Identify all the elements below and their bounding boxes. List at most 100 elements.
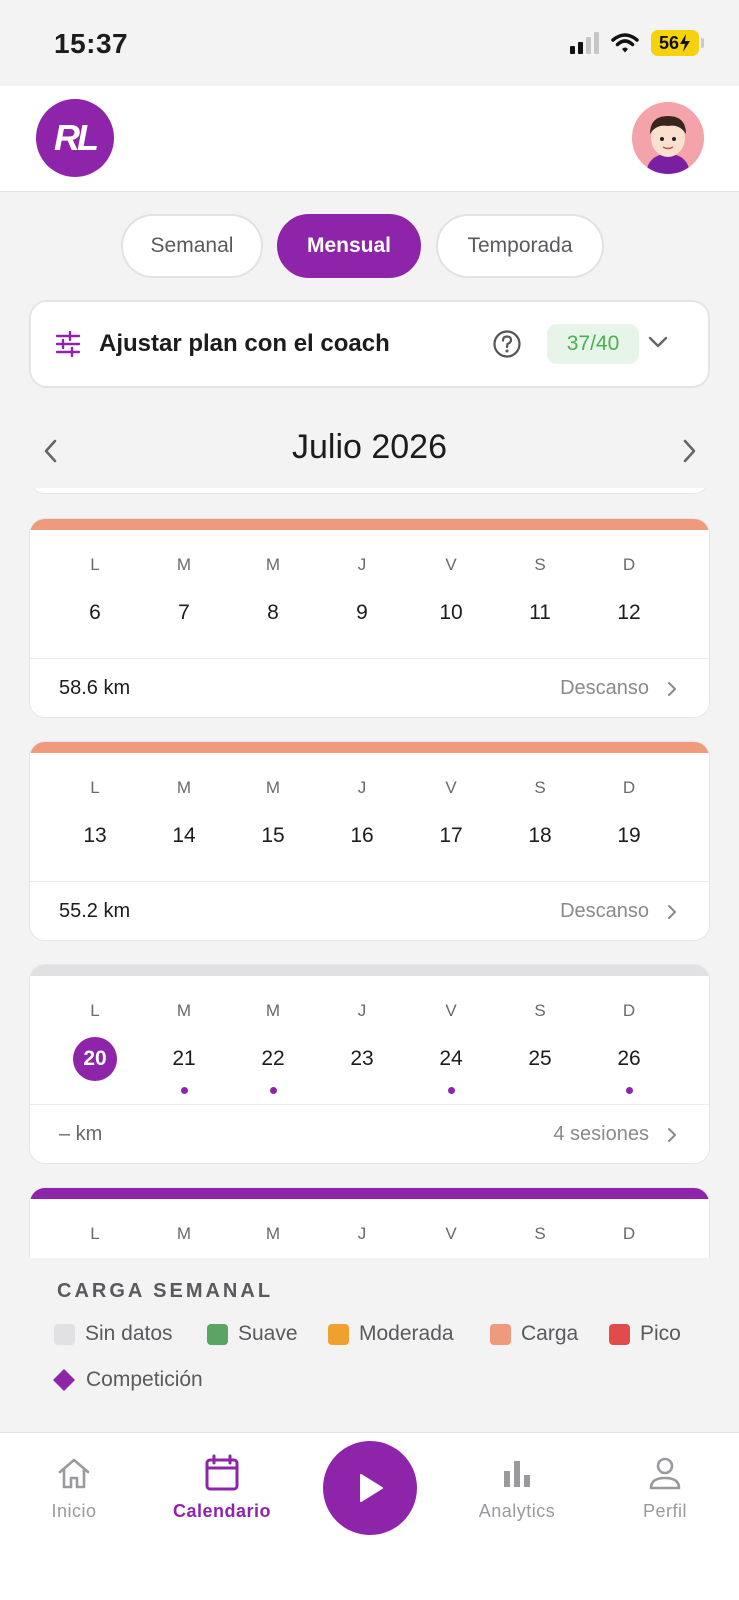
charging-bolt-icon	[680, 34, 690, 52]
day-letter: S	[534, 778, 546, 797]
day-cell[interactable]: L 13	[60, 778, 130, 856]
chevron-right-icon	[668, 1127, 676, 1142]
day-number: 13	[83, 824, 107, 847]
week-card[interactable]: L 6 M 7 M 8 J 9 V 10 S 11 D 12 58.6 km Descanso	[29, 518, 710, 718]
session-dot	[447, 1087, 455, 1094]
next-month-icon[interactable]	[674, 436, 704, 466]
nav-item-calendario[interactable]: Calendario	[157, 1453, 287, 1522]
day-cell[interactable]: V31	[416, 1224, 486, 1258]
week-load-strip	[30, 1188, 709, 1199]
play-icon	[360, 1474, 383, 1502]
legend-title: CARGA SEMANAL	[57, 1280, 274, 1302]
day-cell[interactable]: L27	[60, 1224, 130, 1258]
day-cell[interactable]: M 15	[238, 778, 308, 856]
load-legend: CARGA SEMANAL Sin datos Suave Moderada C…	[0, 1258, 739, 1433]
day-cell[interactable]: J 16	[327, 778, 397, 856]
nav-item-analytics[interactable]: Analytics	[452, 1453, 582, 1522]
day-letter: M	[176, 555, 192, 574]
start-workout-button[interactable]	[323, 1441, 417, 1535]
coach-usage-badge: 37/40	[547, 324, 639, 364]
day-cell[interactable]: D 19	[594, 778, 664, 856]
week-card[interactable]: L 13 M 14 M 15 J 16 V 17 S 18 D 19 55.2 km Descanso	[29, 741, 710, 941]
day-letter: M	[265, 1224, 281, 1243]
coach-adjust-card[interactable]: Ajustar plan con el coach 37/40	[29, 300, 710, 388]
day-cell[interactable]: V 17	[416, 778, 486, 856]
calendar-week-list[interactable]: L 6 M 7 M 8 J 9 V 10 S 11 D 12 58.6 km Descanso L 13 M 14 M 1…	[0, 488, 739, 1258]
week-load-strip	[30, 742, 709, 753]
chevron-down-icon[interactable]	[648, 335, 668, 349]
week-card[interactable]: L27 M28 M29 J30 V31 S D	[29, 1187, 710, 1258]
day-cell[interactable]: M8	[238, 555, 308, 633]
day-cell[interactable]: J30	[327, 1224, 397, 1258]
help-icon[interactable]	[492, 329, 522, 359]
week-summary-row[interactable]: 58.6 km Descanso	[30, 658, 709, 717]
day-letter: S	[534, 555, 546, 574]
nav-item-inicio[interactable]: Inicio	[9, 1453, 139, 1522]
day-cell[interactable]: D 12	[594, 555, 664, 633]
day-cell[interactable]: S 18	[505, 778, 575, 856]
day-letter: M	[265, 778, 281, 797]
app-logo[interactable]: RL	[36, 99, 114, 177]
day-cell[interactable]: D 26	[594, 1001, 664, 1094]
day-cell[interactable]: M29	[238, 1224, 308, 1258]
week-distance: 58.6 km	[59, 677, 131, 699]
legend-swatch	[609, 1323, 630, 1345]
day-letter: V	[445, 555, 457, 574]
legend-label: Moderada	[359, 1322, 454, 1345]
week-card-partial	[29, 488, 710, 494]
tab-semanal[interactable]: Semanal	[121, 214, 263, 278]
day-cell[interactable]: V 24	[416, 1001, 486, 1094]
tab-temporada[interactable]: Temporada	[436, 214, 604, 278]
day-letter: D	[622, 555, 636, 574]
day-cell[interactable]: S	[505, 1224, 575, 1258]
day-cell[interactable]: V 10	[416, 555, 486, 633]
week-summary-row[interactable]: – km 4 sesiones	[30, 1104, 709, 1163]
legend-label: Suave	[238, 1322, 298, 1345]
tab-mensual[interactable]: Mensual	[277, 214, 421, 278]
day-cell[interactable]: J 23	[327, 1001, 397, 1079]
day-cell[interactable]: M 14	[149, 778, 219, 856]
nav-item-perfil[interactable]: Perfil	[600, 1453, 730, 1522]
avatar-illustration	[632, 102, 704, 174]
legend-label: Sin datos	[85, 1322, 173, 1345]
day-letter: V	[445, 1001, 457, 1020]
day-cell[interactable]: S 11	[505, 555, 575, 633]
session-dot	[269, 1087, 277, 1094]
day-number: 10	[439, 601, 463, 624]
day-number: 14	[172, 824, 196, 847]
week-distance: 55.2 km	[59, 900, 131, 922]
day-cell[interactable]: L6	[60, 555, 130, 633]
week-distance: – km	[59, 1123, 103, 1145]
session-dot	[180, 1087, 188, 1094]
diamond-icon	[53, 1369, 75, 1391]
day-cell[interactable]: M 21	[149, 1001, 219, 1094]
day-number: 15	[261, 824, 285, 847]
avatar[interactable]	[632, 102, 704, 174]
day-letter: J	[357, 1224, 367, 1243]
day-cell[interactable]: S 25	[505, 1001, 575, 1079]
day-letter: J	[357, 555, 367, 574]
week-card[interactable]: L 20 M 21 M 22 J 23 V 24 S 25 D 26 – km 4 sesiones	[29, 964, 710, 1164]
battery-indicator: 56	[650, 30, 705, 56]
person-icon	[649, 1457, 681, 1490]
wifi-icon	[611, 33, 639, 53]
day-letter: M	[265, 555, 281, 574]
day-number: 21	[172, 1047, 196, 1070]
week-status: Descanso	[560, 677, 677, 700]
week-summary-row[interactable]: 55.2 km Descanso	[30, 881, 709, 940]
legend-label: Competición	[86, 1368, 203, 1391]
legend-swatch	[490, 1323, 511, 1345]
day-letter: V	[445, 1224, 457, 1243]
day-cell[interactable]: M7	[149, 555, 219, 633]
day-cell[interactable]: D	[594, 1224, 664, 1258]
status-time: 15:37	[54, 28, 129, 59]
day-cell[interactable]: J9	[327, 555, 397, 633]
day-cell[interactable]: L 20	[60, 1001, 130, 1081]
day-number: 22	[261, 1047, 285, 1070]
day-number: 9	[356, 601, 368, 624]
day-cell[interactable]: M28	[149, 1224, 219, 1258]
today-day-number: 20	[73, 1037, 117, 1081]
week-load-strip	[30, 965, 709, 976]
day-cell[interactable]: M 22	[238, 1001, 308, 1094]
legend-swatch	[207, 1323, 228, 1345]
